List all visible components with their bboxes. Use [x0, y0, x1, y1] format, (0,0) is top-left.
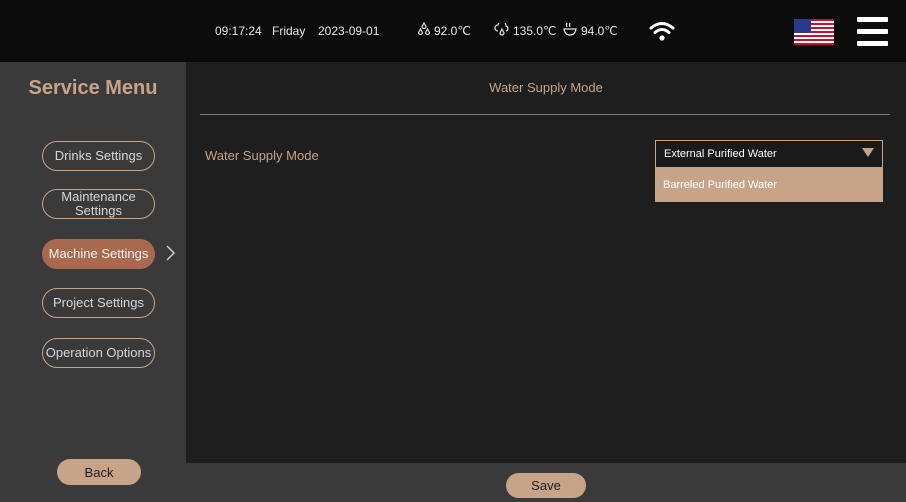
temperature-1: 92.0℃: [417, 0, 471, 62]
save-button[interactable]: Save: [506, 473, 586, 498]
sidebar-title: Service Menu: [28, 77, 158, 99]
day-of-week: Friday: [272, 24, 306, 38]
temperature-2-value: 135.0℃: [513, 24, 557, 38]
sidebar-item-operation-options[interactable]: Operation Options: [42, 338, 155, 368]
temperature-3-value: 94.0℃: [581, 24, 618, 38]
page-title: Water Supply Mode: [489, 80, 603, 95]
dropdown-option-barreled-purified-water[interactable]: Barreled Purified Water: [655, 168, 883, 202]
steam-cup-icon: [562, 22, 581, 40]
dropdown-list: Barreled Purified Water: [655, 168, 883, 202]
water-supply-mode-select[interactable]: External Purified Water: [655, 140, 883, 168]
cloud-drop-icon: [494, 20, 513, 40]
hamburger-menu-icon[interactable]: [857, 17, 888, 46]
selected-value: External Purified Water: [664, 148, 777, 160]
sidebar: Service Menu: [0, 62, 186, 502]
back-button[interactable]: Back: [57, 459, 141, 485]
wifi-icon: [649, 20, 675, 47]
drops-icon: [417, 21, 434, 41]
temperature-2: 135.0℃: [494, 0, 557, 62]
sidebar-item-drinks-settings[interactable]: Drinks Settings: [42, 141, 155, 171]
chevron-right-icon: [166, 245, 175, 266]
water-supply-mode-label: Water Supply Mode: [205, 148, 319, 163]
caret-down-icon: [862, 148, 874, 160]
sidebar-item-maintenance-settings[interactable]: Maintenance Settings: [42, 189, 155, 219]
sidebar-item-project-settings[interactable]: Project Settings: [42, 288, 155, 318]
title-divider: [200, 114, 890, 115]
temperature-1-value: 92.0℃: [434, 24, 471, 38]
date: 2023-09-01: [318, 24, 380, 38]
us-flag-icon[interactable]: [794, 19, 834, 45]
temperature-3: 94.0℃: [562, 0, 618, 62]
sidebar-item-machine-settings[interactable]: Machine Settings: [42, 239, 155, 269]
clock-time: 09:17:24: [215, 24, 262, 38]
